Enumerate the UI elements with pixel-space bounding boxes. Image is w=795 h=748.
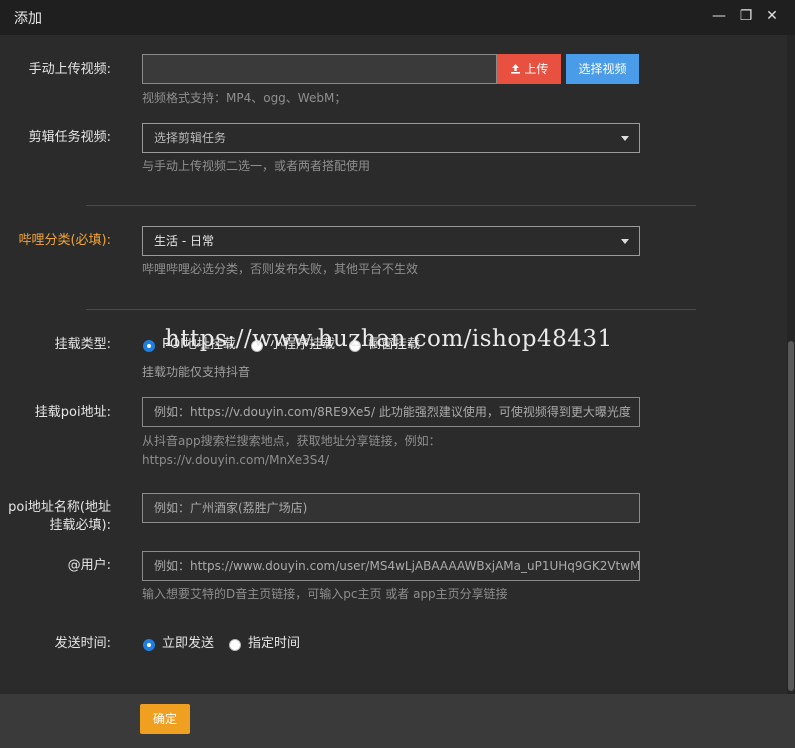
send-time-label: 发送时间:	[54, 636, 111, 651]
poi-name-input[interactable]: 例如：广州酒家(荔胜广场店)	[142, 493, 640, 523]
footer: 确定	[0, 694, 795, 748]
maximize-icon[interactable]: ❐	[737, 7, 755, 25]
upload-button-label: 上传	[524, 62, 549, 76]
at-user-input[interactable]: 例如：https://www.douyin.com/user/MS4wLjABA…	[142, 551, 640, 581]
poi-url-hint-line2: https://v.douyin.com/MnXe3S4/	[142, 453, 330, 467]
confirm-button[interactable]: 确定	[140, 704, 190, 734]
clip-task-select[interactable]: 选择剪辑任务	[142, 123, 640, 153]
bili-category-hint: 哔哩哔哩必选分类，否则发布失败，其他平台不生效	[142, 262, 419, 276]
poi-url-hint-line1: 从抖音app搜索栏搜索地点，获取地址分享链接，例如：	[142, 434, 441, 448]
scrollbar[interactable]	[787, 35, 795, 694]
bili-category-select[interactable]: 生活 - 日常	[142, 226, 640, 256]
upload-path-input[interactable]	[142, 54, 497, 84]
at-user-label: @用户:	[67, 558, 111, 573]
mount-type-label: 挂载类型:	[54, 337, 111, 352]
clip-task-hint: 与手动上传视频二选一，或者两者搭配使用	[142, 159, 371, 173]
at-user-hint: 输入想要艾特的D音主页链接，可输入pc主页 或者 app主页分享链接	[142, 587, 508, 601]
chevron-down-icon	[621, 136, 629, 141]
upload-label: 手动上传视频:	[28, 62, 111, 77]
poi-url-input[interactable]: 例如：https://v.douyin.com/8RE9Xe5/ 此功能强烈建议…	[142, 397, 640, 427]
mount-type-hint: 挂载功能仅支持抖音	[142, 365, 251, 379]
upload-button[interactable]: 上传	[497, 54, 561, 84]
poi-name-label-line2: 挂载必填):	[49, 518, 111, 533]
radio-poi[interactable]	[143, 340, 155, 352]
poi-name-label-line1: poi地址名称(地址	[8, 500, 111, 515]
radio-send-now-label: 立即发送	[162, 636, 215, 651]
form-content: 手动上传视频: 上传 选择视频 视频格式支持：MP4、ogg、WebM； 剪辑任…	[0, 35, 787, 694]
poi-url-label: 挂载poi地址:	[34, 405, 111, 420]
upload-hint: 视频格式支持：MP4、ogg、WebM；	[142, 91, 347, 105]
bili-category-label: 哔哩分类(必填):	[18, 233, 111, 248]
clip-task-selected: 选择剪辑任务	[154, 131, 227, 145]
minimize-icon[interactable]: —	[710, 7, 728, 25]
bili-category-selected: 生活 - 日常	[154, 234, 214, 248]
window-title: 添加	[14, 11, 42, 27]
divider	[86, 309, 696, 310]
close-icon[interactable]: ✕	[763, 7, 781, 25]
scrollbar-thumb[interactable]	[788, 341, 794, 691]
clip-task-label: 剪辑任务视频:	[28, 130, 111, 145]
select-video-button[interactable]: 选择视频	[566, 54, 639, 84]
chevron-down-icon	[621, 239, 629, 244]
upload-icon	[510, 64, 520, 74]
radio-send-now[interactable]	[143, 639, 155, 651]
radio-scheduled-label: 指定时间	[248, 636, 301, 651]
title-bar: 添加 — ❐ ✕	[0, 0, 795, 35]
watermark: https://www.huzhan.com/ishop48431	[165, 326, 613, 352]
divider	[86, 205, 696, 206]
radio-scheduled[interactable]	[229, 639, 241, 651]
